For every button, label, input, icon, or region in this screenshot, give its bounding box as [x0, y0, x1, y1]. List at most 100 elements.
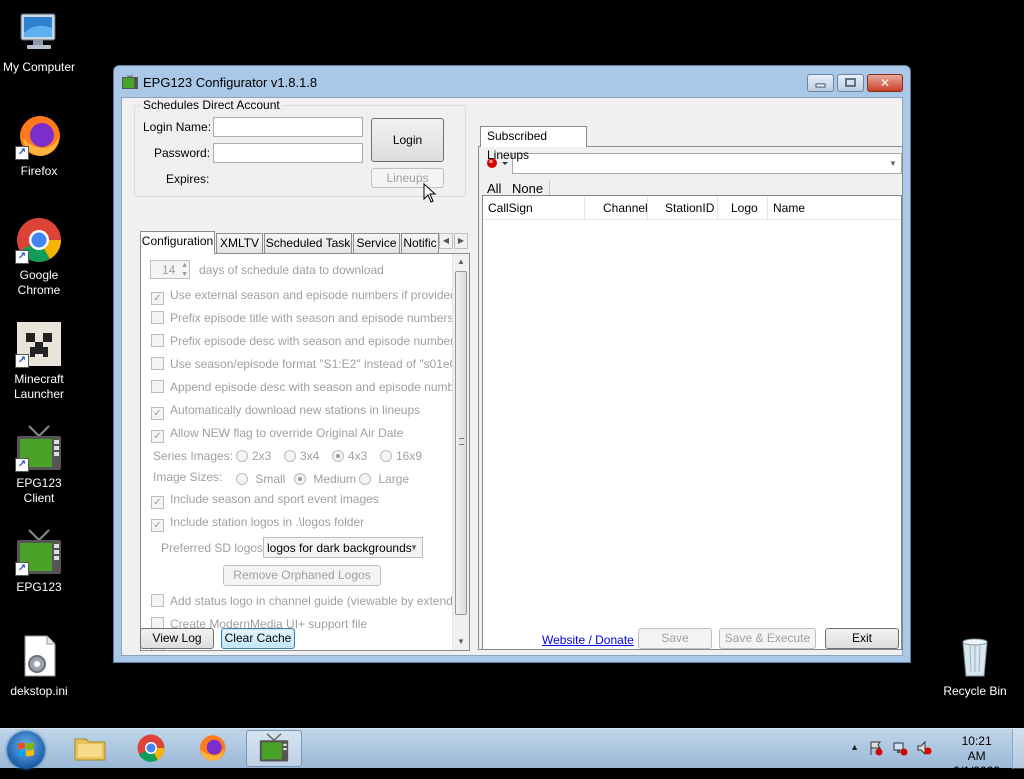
desktop-icon-firefox[interactable]: ↗ Firefox	[0, 112, 78, 179]
website-donate-link[interactable]: Website / Donate	[542, 633, 634, 647]
desktop-icon-label: dekstop.ini	[10, 684, 68, 698]
login-name-input[interactable]	[213, 117, 363, 137]
desktop-icon-epg123[interactable]: ↗ EPG123	[0, 528, 78, 595]
spinner-arrows-icon: ▲ ▼	[181, 262, 188, 278]
taskbar-firefox[interactable]	[184, 730, 240, 767]
clear-cache-button[interactable]: Clear Cache	[221, 628, 295, 649]
desktop-icon-google-chrome[interactable]: ↗ Google Chrome	[0, 216, 78, 298]
option-external-season-episode[interactable]: ✓ Use external season and episode numbers…	[151, 288, 457, 305]
lineup-select[interactable]: ▼	[512, 153, 902, 174]
radio-size-medium[interactable]: Medium	[294, 472, 356, 486]
taskbar-clock[interactable]: 10:21 AM 9/1/2023	[953, 734, 1000, 779]
firefox-icon	[200, 735, 226, 761]
minimize-button[interactable]	[807, 74, 834, 92]
view-log-button[interactable]: View Log	[140, 628, 214, 649]
action-center-flag-icon[interactable]	[868, 740, 884, 759]
days-value: 14	[162, 263, 176, 277]
show-desktop-button[interactable]	[1012, 729, 1024, 769]
scroll-up-icon[interactable]: ▲	[453, 254, 469, 270]
tab-scheduled-task[interactable]: Scheduled Task	[264, 233, 352, 253]
checkbox-checked-icon: ✓	[151, 292, 164, 305]
radio-selected-icon	[294, 473, 306, 485]
option-append-episode-desc[interactable]: Append episode desc with season and epis…	[151, 380, 469, 394]
maximize-button[interactable]	[837, 74, 864, 92]
desktop-icon-epg123-client[interactable]: ↗ EPG123 Client	[0, 424, 78, 506]
option-add-status-logo[interactable]: Add status logo in channel guide (viewab…	[151, 594, 469, 608]
recycle-bin-icon	[951, 632, 999, 680]
chevron-down-icon: ▼	[889, 159, 897, 168]
column-channel[interactable]: Channel	[585, 196, 648, 220]
close-button[interactable]: ✕	[867, 74, 903, 92]
option-prefix-episode-title[interactable]: Prefix episode title with season and epi…	[151, 311, 454, 325]
desktop-icon-desktop-ini[interactable]: dekstop.ini	[0, 632, 78, 699]
tv-icon: ↗	[15, 424, 63, 472]
scrollbar-thumb[interactable]	[455, 271, 467, 615]
login-button[interactable]: Login	[371, 118, 444, 162]
tab-scroll-left-button[interactable]: ◀	[439, 233, 453, 249]
select-all-button[interactable]: All	[487, 181, 501, 196]
tab-notifications[interactable]: Notific	[401, 233, 439, 253]
desktop-icon-my-computer[interactable]: My Computer	[0, 8, 78, 75]
radio-series-4x3[interactable]: 4x3	[332, 449, 367, 463]
exit-button[interactable]: Exit	[825, 628, 899, 649]
configuration-scrollbar[interactable]: ▲ ▼	[452, 254, 469, 650]
column-name[interactable]: Name	[768, 196, 902, 220]
show-hidden-icons-button[interactable]: ▲	[850, 742, 859, 752]
save-execute-button[interactable]: Save & Execute	[719, 628, 816, 649]
remove-orphaned-logos-button[interactable]: Remove Orphaned Logos	[223, 565, 381, 586]
tab-scroll-right-button[interactable]: ▶	[454, 233, 468, 249]
minecraft-creeper-icon: ↗	[15, 320, 63, 368]
radio-size-small[interactable]: Small	[236, 472, 285, 486]
preferred-logos-select[interactable]: logos for dark backgrounds ▼	[263, 537, 423, 558]
days-spinner[interactable]: 14 ▲ ▼	[150, 260, 190, 279]
radio-series-3x4[interactable]: 3x4	[284, 449, 319, 463]
clock-date: 9/1/2023	[953, 764, 1000, 778]
title-bar[interactable]: EPG123 Configurator v1.8.1.8 ✕	[114, 66, 910, 96]
taskbar-chrome[interactable]	[123, 730, 179, 767]
option-allow-new-flag[interactable]: ✓ Allow NEW flag to override Original Air…	[151, 426, 403, 443]
radio-series-16x9[interactable]: 16x9	[380, 449, 422, 463]
checkbox-icon	[151, 594, 164, 607]
checkbox-icon	[151, 334, 164, 347]
tv-icon	[259, 733, 289, 762]
series-images-label: Series Images:	[153, 449, 234, 463]
column-stationid[interactable]: StationID	[648, 196, 718, 220]
option-include-season-sport[interactable]: ✓ Include season and sport event images	[151, 492, 379, 509]
password-input[interactable]	[213, 143, 363, 163]
radio-label: 2x3	[252, 449, 272, 463]
tab-service[interactable]: Service	[353, 233, 400, 253]
clock-time: 10:21 AM	[961, 734, 992, 763]
start-button[interactable]	[7, 731, 45, 769]
shortcut-arrow-icon: ↗	[15, 250, 29, 264]
option-season-episode-format[interactable]: Use season/episode format "S1:E2" instea…	[151, 357, 467, 371]
scroll-down-icon[interactable]: ▼	[453, 634, 469, 650]
radio-series-2x3[interactable]: 2x3	[236, 449, 271, 463]
network-icon[interactable]	[892, 740, 908, 759]
desktop-icon-recycle-bin[interactable]: Recycle Bin	[936, 632, 1014, 699]
radio-label: Medium	[313, 472, 357, 486]
epg123-configurator-window: EPG123 Configurator v1.8.1.8 ✕ Schedules…	[113, 65, 911, 663]
option-include-station-logos[interactable]: ✓ Include station logos in .\logos folder	[151, 515, 364, 532]
desktop-icon-minecraft-launcher[interactable]: ↗ Minecraft Launcher	[0, 320, 78, 402]
taskbar-epg123-configurator[interactable]	[246, 730, 302, 767]
radio-icon	[284, 450, 296, 462]
save-button[interactable]: Save	[638, 628, 712, 649]
tab-configuration[interactable]: Configuration	[140, 231, 215, 254]
select-none-button[interactable]: None	[512, 181, 543, 196]
volume-muted-icon[interactable]	[916, 740, 932, 759]
radio-size-large[interactable]: Large	[359, 472, 409, 486]
password-label: Password:	[154, 146, 211, 160]
tab-subscribed-lineups[interactable]: Subscribed Lineups	[480, 126, 587, 162]
window-title: EPG123 Configurator v1.8.1.8	[143, 75, 318, 90]
option-auto-download-stations[interactable]: ✓ Automatically download new stations in …	[151, 403, 420, 420]
desktop-icon-label: EPG123	[16, 580, 62, 594]
option-prefix-episode-desc[interactable]: Prefix episode desc with season and epis…	[151, 334, 460, 348]
lineup-station-grid[interactable]: CallSign Channel StationID Logo Name	[482, 195, 902, 650]
grid-header: CallSign Channel StationID Logo Name	[483, 196, 901, 220]
tab-xmltv[interactable]: XMLTV	[216, 233, 263, 253]
taskbar-file-explorer[interactable]	[62, 730, 118, 767]
column-callsign[interactable]: CallSign	[483, 196, 585, 220]
option-label: Automatically download new stations in l…	[170, 403, 421, 417]
column-logo[interactable]: Logo	[718, 196, 768, 220]
toolbar-separator	[549, 181, 550, 195]
